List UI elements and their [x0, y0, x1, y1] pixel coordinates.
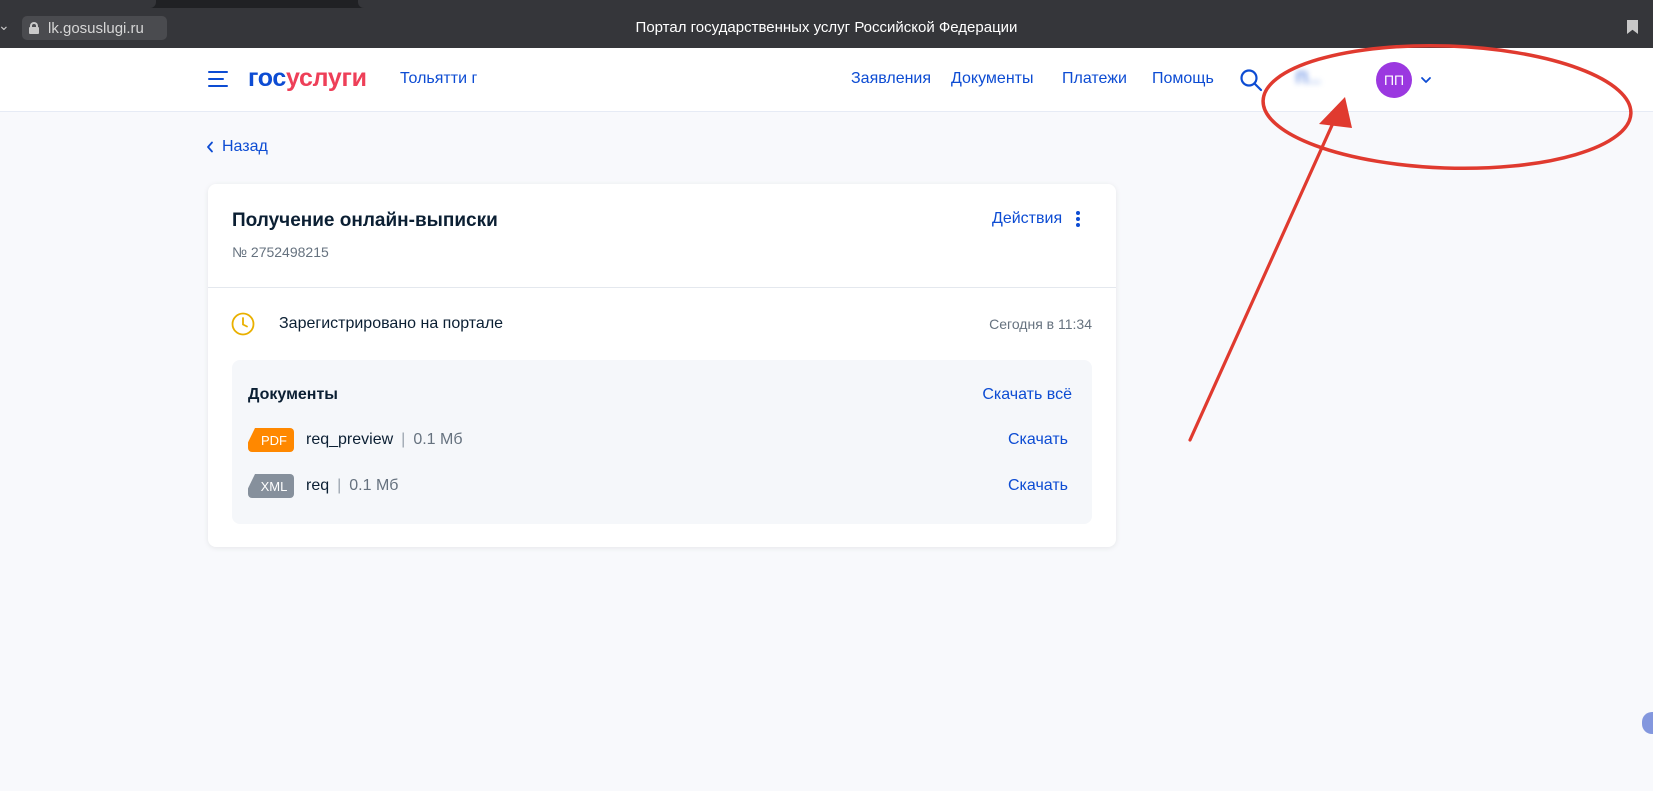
- xml-file-icon: XML: [248, 474, 294, 498]
- download-link[interactable]: Скачать: [1008, 431, 1068, 449]
- gosuslugi-logo[interactable]: госуслуги: [248, 64, 367, 93]
- avatar[interactable]: ПП: [1376, 62, 1412, 98]
- actions-label: Действия: [992, 210, 1063, 227]
- documents-section: Документы Скачать всё PDF req_preview | 0.…: [232, 360, 1092, 524]
- file-name: req_preview | 0.1 Мб: [306, 431, 463, 449]
- file-name-text: req: [306, 477, 330, 494]
- clock-icon: [231, 312, 255, 336]
- separator: |: [337, 477, 342, 494]
- back-label: Назад: [222, 138, 268, 155]
- menu-icon[interactable]: [208, 71, 228, 87]
- back-link[interactable]: Назад: [206, 138, 268, 156]
- chevron-down-icon[interactable]: [1419, 73, 1433, 87]
- avatar-initials: ПП: [1383, 72, 1405, 88]
- application-number: № 2752498215: [232, 244, 329, 260]
- download-all-link[interactable]: Скачать всё: [982, 386, 1072, 404]
- annotation-arrow-line: [1188, 110, 1340, 442]
- file-size: 0.1 Мб: [413, 431, 463, 448]
- status-time: Сегодня в 11:34: [989, 316, 1092, 332]
- nav-payments[interactable]: Платежи: [1062, 70, 1127, 88]
- site-header: госуслуги Тольятти г Заявления Документы…: [0, 48, 1653, 112]
- browser-tab[interactable]: [0, 0, 156, 8]
- application-card: Получение онлайн-выписки № 2752498215 Де…: [208, 184, 1116, 547]
- card-title: Получение онлайн-выписки: [232, 210, 498, 231]
- nav-documents[interactable]: Документы: [951, 70, 1033, 88]
- file-size: 0.1 Мб: [349, 477, 399, 494]
- actions-button[interactable]: Действия: [992, 210, 1081, 228]
- nav-help[interactable]: Помощь: [1152, 70, 1214, 88]
- user-name[interactable]: П...: [1296, 70, 1321, 88]
- chevron-left-icon: [207, 141, 213, 153]
- list-item: PDF req_preview | 0.1 Мб Скачать: [248, 428, 1072, 452]
- page-window-title: Портал государственных услуг Российской …: [635, 19, 1018, 36]
- status-text: Зарегистрировано на портале: [279, 315, 504, 332]
- nav-applications[interactable]: Заявления: [851, 70, 931, 88]
- chat-widget-icon[interactable]: [1642, 712, 1653, 734]
- city-selector[interactable]: Тольятти г: [400, 70, 477, 88]
- file-name-text: req_preview: [306, 431, 394, 448]
- documents-title: Документы: [248, 386, 338, 403]
- browser-tab-active[interactable]: [358, 0, 1653, 8]
- search-icon[interactable]: [1239, 68, 1263, 92]
- download-link[interactable]: Скачать: [1008, 477, 1068, 495]
- file-name: req | 0.1 Мб: [306, 477, 398, 495]
- list-item: XML req | 0.1 Мб Скачать: [248, 474, 1072, 498]
- pdf-file-icon: PDF: [248, 428, 294, 452]
- divider: [208, 287, 1116, 288]
- browser-chrome: ⌄ lk.gosuslugi.ru Портал государственных…: [0, 0, 1653, 48]
- separator: |: [401, 431, 406, 448]
- more-vertical-icon: [1076, 211, 1081, 227]
